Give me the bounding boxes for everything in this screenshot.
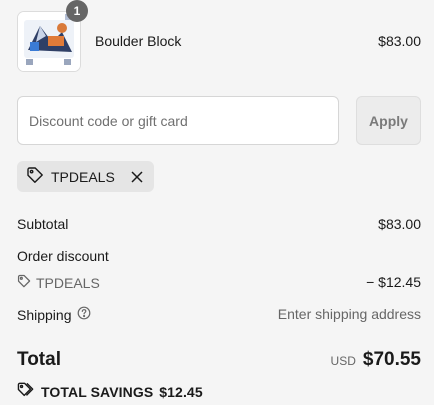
product-name: Boulder Block bbox=[95, 33, 182, 49]
close-icon bbox=[131, 170, 143, 183]
applied-code-label: TPDEALS bbox=[51, 168, 115, 185]
remove-discount-button[interactable] bbox=[130, 170, 144, 184]
total-savings-label: TOTAL SAVINGS bbox=[41, 383, 154, 400]
apply-button[interactable]: Apply bbox=[356, 96, 421, 145]
product-thumbnail-image bbox=[18, 12, 80, 71]
help-circle-icon[interactable] bbox=[77, 306, 91, 323]
order-summary: 1 Boulder Block $83.00 Apply TPDEALS Sub… bbox=[0, 0, 434, 405]
discount-form: Apply bbox=[17, 96, 421, 147]
shipping-value: Enter shipping address bbox=[277, 306, 421, 322]
product-price: $83.00 bbox=[378, 33, 421, 49]
discount-code-group: TPDEALS bbox=[17, 274, 421, 291]
order-discount-row: Order discount bbox=[17, 248, 421, 264]
subtotal-value: $83.00 bbox=[378, 216, 421, 232]
total-amount: $70.55 bbox=[362, 349, 421, 370]
shipping-row: Shipping Enter shipping address bbox=[17, 306, 421, 323]
discount-value: − $12.45 bbox=[366, 274, 421, 290]
tag-icon bbox=[17, 274, 31, 291]
total-savings-amount: $12.45 bbox=[159, 383, 203, 400]
total-value-group: USD $70.55 bbox=[331, 349, 421, 371]
quantity-badge: 1 bbox=[66, 0, 88, 22]
total-row: Total USD $70.55 bbox=[17, 349, 421, 373]
shipping-label: Shipping bbox=[17, 306, 72, 323]
currency-code: USD bbox=[330, 354, 356, 368]
discount-code-label: TPDEALS bbox=[36, 274, 100, 291]
subtotal-row: Subtotal $83.00 bbox=[17, 216, 421, 232]
subtotal-label: Subtotal bbox=[17, 216, 69, 232]
discount-code-row: TPDEALS − $12.45 bbox=[17, 274, 421, 291]
total-label: Total bbox=[17, 349, 61, 370]
applied-discount-tag: TPDEALS bbox=[17, 161, 154, 192]
tag-icon bbox=[26, 166, 44, 187]
order-discount-label: Order discount bbox=[17, 248, 109, 264]
tags-icon bbox=[17, 382, 35, 401]
total-savings: TOTAL SAVINGS $12.45 bbox=[17, 382, 203, 401]
discount-code-input[interactable] bbox=[17, 96, 339, 145]
line-item: 1 Boulder Block $83.00 bbox=[17, 0, 421, 73]
